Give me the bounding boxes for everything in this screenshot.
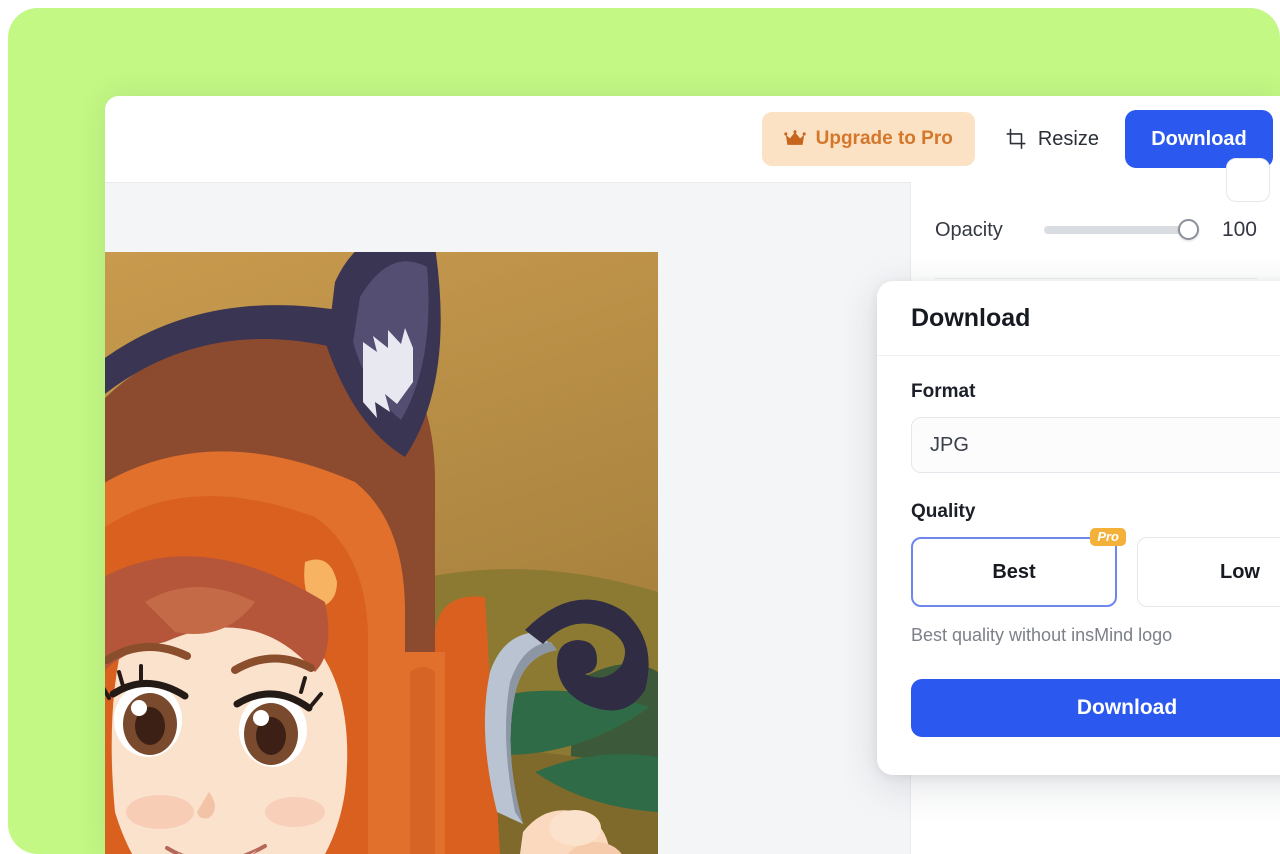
- upgrade-to-pro-button[interactable]: Upgrade to Pro: [761, 112, 975, 166]
- modal-body: Format JPG Quality Best Pro Low Best qua…: [877, 356, 1280, 737]
- format-select[interactable]: JPG: [911, 417, 1280, 473]
- quality-option-low-label: Low: [1220, 560, 1260, 583]
- crop-icon: [1005, 128, 1027, 150]
- quality-options: Best Pro Low: [911, 528, 1280, 607]
- modal-header: Download: [877, 281, 1280, 356]
- download-modal: Download Format JPG Quality Best Pro Low…: [877, 281, 1280, 775]
- resize-button[interactable]: Resize: [975, 112, 1125, 166]
- opacity-value: 100: [1221, 218, 1257, 241]
- modal-title: Download: [911, 303, 1031, 332]
- crown-icon: [783, 130, 806, 148]
- pro-badge: Pro: [1090, 528, 1126, 546]
- panel-divider: [935, 278, 1257, 279]
- opacity-control: Opacity 100: [911, 182, 1280, 278]
- modal-download-button[interactable]: Download: [911, 679, 1280, 737]
- quality-label: Quality: [911, 501, 976, 522]
- upgrade-to-pro-label: Upgrade to Pro: [815, 128, 953, 149]
- opacity-slider-track[interactable]: [1043, 226, 1196, 234]
- quality-hint: Best quality without insMind logo: [911, 625, 1173, 645]
- screenshot-root: Upgrade to Pro Resize Download Opacity 1…: [0, 0, 1280, 854]
- quality-option-best[interactable]: Best Pro: [911, 528, 1126, 607]
- format-select-value: JPG: [930, 433, 969, 456]
- quality-option-best-label: Best: [992, 560, 1036, 583]
- top-toolbar: Upgrade to Pro Resize Download: [105, 96, 1280, 182]
- opacity-label: Opacity: [935, 218, 1003, 241]
- app-window: Upgrade to Pro Resize Download Opacity 1…: [105, 96, 1280, 854]
- opacity-slider[interactable]: [1043, 219, 1199, 241]
- format-label: Format: [911, 381, 976, 402]
- opacity-slider-knob[interactable]: [1177, 219, 1199, 240]
- resize-label: Resize: [1037, 127, 1099, 150]
- quality-option-low[interactable]: Low: [1137, 537, 1280, 607]
- canvas-artwork[interactable]: [105, 252, 658, 854]
